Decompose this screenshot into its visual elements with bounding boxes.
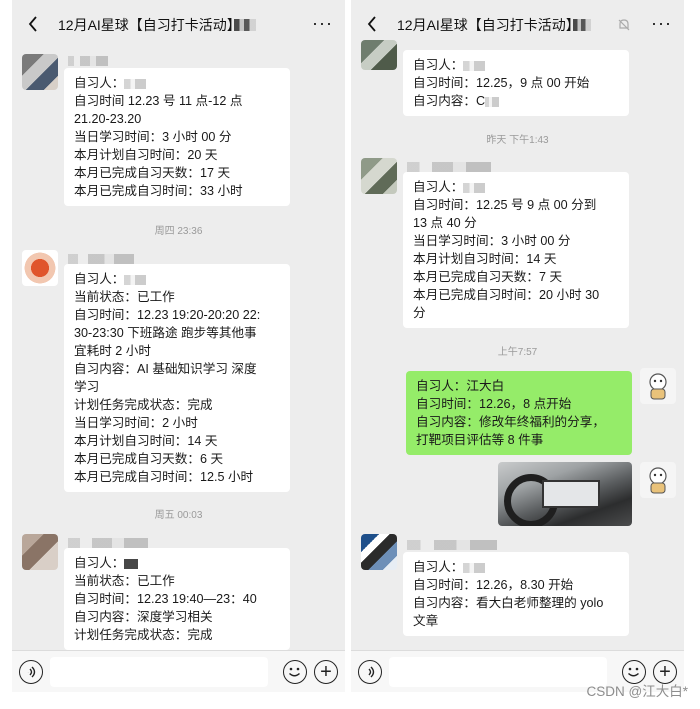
message-line: 21.20-23.20 [74, 112, 142, 126]
voice-icon[interactable] [19, 660, 43, 684]
message-line: 自习人： [413, 560, 464, 574]
left-chat-screen: 12月AI星球【自习打卡活动】 ··· 自习人： 自习时间 12.23 号 11… [12, 0, 345, 692]
redacted-name [463, 182, 486, 193]
timestamp: 昨天 下午1:43 [486, 135, 549, 146]
message-line: 本月已完成自习天数：6 天 [74, 452, 224, 466]
message-line: 30-23:30 下班路途 跑步等其他事 [74, 326, 257, 340]
message-line: 当日学习时间：3 小时 00 分 [413, 234, 571, 248]
message-line: 当日学习时间：3 小时 00 分 [74, 130, 232, 144]
sender-name-redacted [68, 538, 148, 548]
message-line: 自习时间：12.25 号 9 点 00 分到 [413, 198, 597, 212]
redacted-title-part [573, 19, 591, 31]
message-line: 当前状态：已工作 [74, 290, 175, 304]
message-input[interactable] [389, 657, 607, 687]
message-line: 自习人： [413, 58, 464, 72]
chat-title: 12月AI星球【自习打卡活动】 [397, 17, 580, 33]
message-line: 分 [413, 306, 426, 320]
message-line: 当前状态：已工作 [74, 574, 175, 588]
avatar[interactable] [22, 250, 58, 286]
emoji-icon[interactable] [283, 660, 307, 684]
message-bubble: 自习人： 自习时间：12.25，9 点 00 开始 自习内容：C [403, 50, 629, 116]
message-bubble: 自习人： 自习时间：12.26，8.30 开始 自习内容：看大白老师整理的 yo… [403, 552, 629, 636]
photo-message[interactable] [498, 462, 632, 526]
sender-name-redacted [68, 56, 108, 66]
voice-icon[interactable] [358, 660, 382, 684]
left-top-bar: 12月AI星球【自习打卡活动】 ··· [12, 0, 345, 50]
redacted-text [485, 96, 500, 107]
right-chat-screen: 12月AI星球【自习打卡活动】 ··· 自习人： 自习时间：12.25，9 点 … [351, 0, 684, 692]
message-line: 本月计划自习时间：14 天 [74, 434, 218, 448]
self-avatar[interactable] [640, 368, 676, 404]
message-line: 自习内容：修改年终福利的分享， [416, 415, 605, 429]
message-line: 13 点 40 分 [413, 216, 477, 230]
avatar[interactable] [361, 158, 397, 194]
message-line: 自习人： [413, 180, 464, 194]
message-line: 自习人： [74, 272, 125, 286]
message-line: 本月计划自习时间：20 天 [74, 148, 218, 162]
redacted-name [124, 558, 139, 569]
avatar[interactable] [22, 534, 58, 570]
timestamp: 上午7:57 [497, 347, 538, 358]
redacted-name [463, 60, 486, 71]
message-bubble: 自习人： 当前状态：已工作 自习时间：12.23 19:40—23：40 自习内… [64, 548, 290, 650]
message-bubble: 自习人： 当前状态：已工作 自习时间：12.23 19:20-20:20 22:… [64, 264, 290, 492]
message-line: 本月已完成自习时间：20 小时 30 [413, 288, 600, 302]
redacted-name [124, 274, 147, 285]
chevron-left-icon[interactable] [361, 12, 383, 36]
message-line: 本月已完成自习时间：33 小时 [74, 184, 243, 198]
message-line: 当日学习时间：2 小时 [74, 416, 198, 430]
message-bubble: 自习人： 自习时间 12.23 号 11 点-12 点 21.20-23.20 … [64, 68, 290, 206]
message-line: 宜耗时 2 小时 [74, 344, 151, 358]
message-line: 学习 [74, 380, 100, 394]
message-line: 自习人： [74, 556, 125, 570]
timestamp: 周四 23:36 [154, 226, 203, 237]
message-line: 打靶项目评估等 8 件事 [416, 433, 544, 447]
sender-name-redacted [407, 162, 491, 172]
message-line: 计划任务完成状态：完成 [74, 398, 213, 412]
message-line: 计划任务完成状态：完成 [74, 628, 213, 642]
message-line: 自习时间：12.23 19:40—23：40 [74, 592, 257, 606]
redacted-title-part [234, 19, 256, 31]
redacted-name [124, 78, 147, 89]
right-top-bar: 12月AI星球【自习打卡活动】 ··· [351, 0, 684, 50]
message-line: 自习内容：AI 基础知识学习 深度 [74, 362, 257, 376]
message-line: 文章 [413, 614, 439, 628]
message-line: 自习内容：C [413, 94, 486, 108]
self-message-bubble: 自习人：江大白 自习时间：12.26，8 点开始 自习内容：修改年终福利的分享，… [406, 371, 632, 455]
message-line: 自习时间：12.26，8.30 开始 [413, 578, 574, 592]
self-avatar[interactable] [640, 462, 676, 498]
watermark: CSDN @江大白* [586, 684, 688, 699]
message-line: 本月已完成自习时间：12.5 小时 [74, 470, 254, 484]
message-line: 自习人：江大白 [416, 379, 505, 393]
input-bar: + [12, 650, 345, 692]
message-line: 本月已完成自习天数：17 天 [74, 166, 231, 180]
message-line: 自习时间 12.23 号 11 点-12 点 [74, 94, 243, 108]
chevron-left-icon[interactable] [22, 12, 44, 36]
message-line: 本月已完成自习天数：7 天 [413, 270, 563, 284]
mute-icon [617, 18, 631, 32]
more-icon[interactable]: ··· [651, 14, 672, 32]
laptop-screen [542, 480, 600, 508]
message-line: 自习时间：12.26，8 点开始 [416, 397, 572, 411]
timestamp: 周五 00:03 [154, 510, 203, 521]
more-icon[interactable]: ··· [312, 14, 333, 32]
message-line: 自习时间：12.25，9 点 00 开始 [413, 76, 590, 90]
sender-name-redacted [68, 254, 134, 264]
redacted-name [463, 562, 486, 573]
message-input[interactable] [50, 657, 268, 687]
plus-icon[interactable]: + [314, 660, 338, 684]
avatar[interactable] [361, 534, 397, 570]
chat-title: 12月AI星球【自习打卡活动】 [58, 17, 241, 33]
message-line: 自习内容：深度学习相关 [74, 610, 213, 624]
message-line: 自习内容：看大白老师整理的 yolo [413, 596, 604, 610]
message-line: 自习人： [74, 76, 125, 90]
message-line: 本月计划自习时间：14 天 [413, 252, 557, 266]
avatar[interactable] [361, 40, 397, 70]
avatar[interactable] [22, 54, 58, 90]
message-line: 自习时间：12.23 19:20-20:20 22: [74, 308, 261, 322]
sender-name-redacted [407, 540, 497, 550]
message-bubble: 自习人： 自习时间：12.25 号 9 点 00 分到 13 点 40 分 当日… [403, 172, 629, 328]
